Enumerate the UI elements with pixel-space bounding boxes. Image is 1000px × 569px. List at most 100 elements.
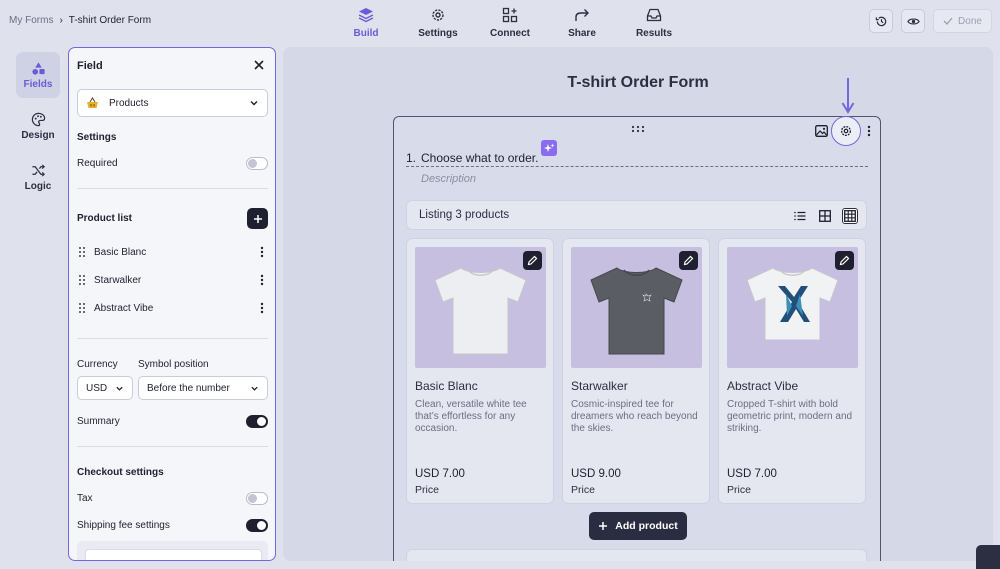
product-card[interactable]: Starwalker Cosmic-inspired tee for dream… xyxy=(562,238,710,504)
share-icon xyxy=(575,9,589,21)
breadcrumb: My Forms › T-shirt Order Form xyxy=(9,15,151,26)
divider xyxy=(77,188,268,189)
close-icon[interactable] xyxy=(252,58,266,72)
nav-settings[interactable]: Settings xyxy=(402,4,474,39)
chevron-down-icon xyxy=(116,386,123,391)
edit-product-button[interactable] xyxy=(679,251,698,270)
pencil-icon xyxy=(683,255,694,266)
divider xyxy=(77,338,268,339)
main-nav: Build Settings Connect Share Results xyxy=(330,4,690,39)
help-widget[interactable] xyxy=(976,545,1000,569)
question-text[interactable]: Choose what to order. xyxy=(421,151,538,165)
summary-card xyxy=(406,549,867,561)
product-card[interactable]: Basic Blanc Clean, versatile white tee t… xyxy=(406,238,554,504)
compact-grid-view-button[interactable] xyxy=(842,208,858,224)
currency-select[interactable]: USD xyxy=(77,376,133,400)
connect-icon xyxy=(502,7,518,23)
divider xyxy=(77,446,268,447)
edit-product-button[interactable] xyxy=(523,251,542,270)
breadcrumb-root-link[interactable]: My Forms xyxy=(9,15,53,26)
symbol-position-select[interactable]: Before the number xyxy=(138,376,268,400)
more-vertical-icon[interactable] xyxy=(260,246,264,258)
product-image xyxy=(727,247,858,368)
rail-fields[interactable]: Fields xyxy=(16,52,60,98)
shipping-fee-toggle[interactable] xyxy=(246,519,268,532)
add-product-button[interactable]: Add product xyxy=(589,512,687,540)
rail-fields-label: Fields xyxy=(23,78,53,90)
nav-share[interactable]: Share xyxy=(546,4,618,39)
rail-logic[interactable]: Logic xyxy=(16,154,60,200)
description-input[interactable]: Description xyxy=(421,173,476,185)
field-settings-panel: Field Products Settings Required Product… xyxy=(68,47,276,561)
image-icon[interactable] xyxy=(815,125,828,137)
tshirt-image xyxy=(746,267,839,341)
gear-icon xyxy=(432,9,444,21)
preview-button[interactable] xyxy=(901,9,925,33)
sparkle-icon xyxy=(543,143,554,152)
summary-label: Summary xyxy=(77,416,120,427)
nav-share-label: Share xyxy=(568,28,596,39)
product-image xyxy=(415,247,546,368)
currency-value: USD xyxy=(86,382,108,394)
product-price-label: Price xyxy=(727,484,751,496)
drag-handle-icon[interactable] xyxy=(77,246,87,258)
product-list-item-label: Basic Blanc xyxy=(94,246,147,258)
listing-bar: Listing 3 products xyxy=(406,200,867,230)
product-list-item[interactable]: Starwalker xyxy=(77,270,268,290)
left-rail: Fields Design Logic xyxy=(8,47,66,561)
question-settings-button[interactable] xyxy=(831,116,861,146)
top-bar: My Forms › T-shirt Order Form Build Sett… xyxy=(0,0,1000,44)
question-number: 1. xyxy=(406,151,417,165)
done-button[interactable]: Done xyxy=(933,9,992,33)
add-product-list-button[interactable] xyxy=(247,208,268,229)
shipping-fee-label: Shipping fee settings xyxy=(77,520,170,531)
question-card[interactable]: 1. Choose what to order. Description Lis… xyxy=(393,116,881,561)
rail-design-label: Design xyxy=(21,129,55,141)
shapes-icon xyxy=(31,61,45,75)
more-vertical-icon[interactable] xyxy=(260,302,264,314)
nav-connect[interactable]: Connect xyxy=(474,4,546,39)
required-toggle[interactable] xyxy=(246,157,268,170)
drag-handle-icon[interactable] xyxy=(631,125,645,133)
product-list-title: Product list xyxy=(77,213,133,224)
plus-icon xyxy=(253,214,262,223)
drag-handle-icon[interactable] xyxy=(77,302,87,314)
inbox-icon xyxy=(646,8,662,22)
tshirt-image xyxy=(590,267,683,355)
chevron-down-icon xyxy=(251,386,258,391)
history-button[interactable] xyxy=(869,9,893,33)
nav-results[interactable]: Results xyxy=(618,4,690,39)
product-name: Basic Blanc xyxy=(415,379,478,393)
nav-build-label: Build xyxy=(353,28,379,39)
summary-toggle[interactable] xyxy=(246,415,268,428)
more-vertical-icon[interactable] xyxy=(260,274,264,286)
currency-label: Currency xyxy=(77,359,118,370)
nav-connect-label: Connect xyxy=(490,28,530,39)
field-type-value: Products xyxy=(109,97,149,109)
rail-design[interactable]: Design xyxy=(16,103,60,149)
done-label: Done xyxy=(958,15,982,27)
layers-icon xyxy=(358,8,374,23)
ai-sparkle-button[interactable] xyxy=(541,140,557,156)
symbol-position-label: Symbol position xyxy=(138,359,209,370)
nav-build[interactable]: Build xyxy=(330,4,402,39)
form-title[interactable]: T-shirt Order Form xyxy=(283,74,993,92)
edit-product-button[interactable] xyxy=(835,251,854,270)
shipping-options-area xyxy=(77,541,268,560)
more-vertical-icon[interactable] xyxy=(867,125,871,137)
panel-title: Field xyxy=(77,60,103,72)
list-view-button[interactable] xyxy=(792,208,808,224)
product-price-label: Price xyxy=(415,484,439,496)
product-list-item[interactable]: Basic Blanc xyxy=(77,242,268,262)
product-card[interactable]: Abstract Vibe Cropped T-shirt with bold … xyxy=(718,238,866,504)
grid-view-button[interactable] xyxy=(817,208,833,224)
product-list-item[interactable]: Abstract Vibe xyxy=(77,298,268,318)
basket-icon xyxy=(87,97,98,108)
pencil-icon xyxy=(839,255,850,266)
product-list-item-label: Starwalker xyxy=(94,274,142,286)
field-type-select[interactable]: Products xyxy=(77,89,268,117)
product-name: Abstract Vibe xyxy=(727,379,799,393)
checkout-settings-title: Checkout settings xyxy=(77,467,164,478)
drag-handle-icon[interactable] xyxy=(77,274,87,286)
tax-toggle[interactable] xyxy=(246,492,268,505)
